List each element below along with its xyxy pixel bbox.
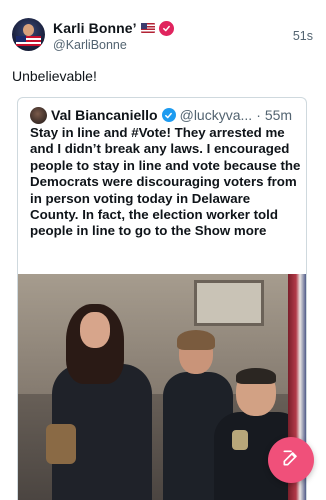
compose-pencil-icon	[281, 448, 301, 473]
quoted-post-card[interactable]: Val Biancaniello @luckyva... · 55m Stay …	[17, 97, 307, 500]
quoted-author-name[interactable]: Val Biancaniello	[51, 107, 158, 123]
verified-check-icon	[161, 108, 176, 122]
author-avatar[interactable]	[12, 18, 45, 51]
quoted-post-body: Stay in line and #Vote! They arrested me…	[30, 125, 302, 240]
author-handle[interactable]: @KarliBonne	[53, 38, 127, 52]
photo-window	[194, 280, 264, 326]
author-display-name[interactable]: Karli Bonne’	[53, 20, 137, 36]
quoted-post-header: Val Biancaniello @luckyva... · 55m	[30, 104, 292, 126]
quoted-author-avatar[interactable]	[30, 106, 47, 124]
quoted-post-separator: ·	[256, 107, 261, 123]
verified-badge-icon	[158, 20, 174, 36]
show-more-link[interactable]: Show more	[195, 223, 267, 238]
post-text: Unbelievable!	[12, 68, 97, 84]
us-flag-icon	[140, 23, 155, 33]
avatar-face-graphic	[23, 24, 34, 36]
quoted-author-handle[interactable]: @luckyva...	[180, 107, 253, 123]
author-name-row: Karli Bonne’	[53, 19, 174, 37]
post-timestamp: 51s	[292, 29, 313, 43]
avatar-flag-graphic	[16, 36, 41, 46]
quoted-post-timestamp: 55m	[264, 107, 293, 123]
compose-button[interactable]	[268, 437, 314, 483]
quoted-post-photo[interactable]	[18, 274, 306, 500]
post-header: Karli Bonne’ @KarliBonne 51s	[0, 0, 326, 62]
quoted-post-text: Stay in line and #Vote! They arrested me…	[30, 125, 301, 239]
photo-woman-figure	[46, 304, 156, 500]
